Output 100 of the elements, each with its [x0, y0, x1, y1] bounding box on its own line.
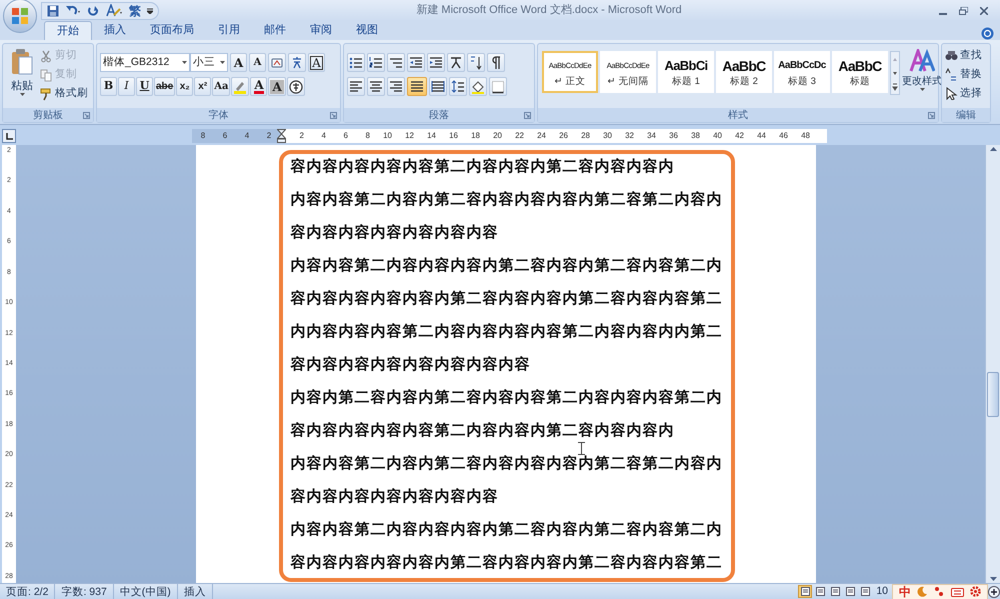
justify-icon: [410, 80, 424, 94]
help-icon[interactable]: [981, 27, 994, 40]
logo-icon: [11, 6, 29, 24]
indent-marker-icon: [277, 129, 286, 143]
ruler-number: 36: [668, 130, 678, 142]
undo-icon: [65, 4, 81, 16]
dialog-launcher-icon[interactable]: [524, 112, 531, 119]
tab-selector-button[interactable]: [2, 129, 16, 143]
vertical-scrollbar[interactable]: [985, 145, 1000, 583]
ribbon-tab[interactable]: 邮件: [252, 21, 298, 40]
dialog-launcher-icon[interactable]: [928, 112, 935, 119]
status-text: 字数: 937: [55, 584, 114, 599]
format-button[interactable]: x²: [194, 77, 212, 96]
gallery-scroll[interactable]: [890, 51, 900, 95]
format-button[interactable]: [286, 77, 305, 96]
view-button[interactable]: [798, 585, 812, 598]
ruler-number: 2: [266, 130, 272, 142]
paragraph-button[interactable]: [387, 77, 405, 96]
paragraph-button[interactable]: [429, 77, 447, 96]
format-button[interactable]: A: [249, 53, 266, 72]
text-style-button[interactable]: [105, 4, 123, 17]
ribbon-tab[interactable]: 页面布局: [138, 21, 206, 40]
ribbon-tab[interactable]: 引用: [206, 21, 252, 40]
paragraph-button[interactable]: [407, 53, 425, 72]
ribbon-tab[interactable]: 视图: [344, 21, 390, 40]
paragraph-button[interactable]: [367, 53, 385, 72]
ribbon-tab[interactable]: 插入: [92, 21, 138, 40]
numbered-list-icon: [369, 56, 383, 70]
format-button[interactable]: x₂: [176, 77, 194, 96]
style-item[interactable]: AaBbC 标题 2: [716, 51, 772, 93]
ruler-number: 2: [298, 130, 304, 142]
format-button[interactable]: A: [230, 53, 247, 72]
customize-caret-icon[interactable]: [147, 8, 153, 14]
paragraph-button[interactable]: [489, 77, 507, 96]
editing-button[interactable]: 替换: [945, 66, 982, 83]
format-button[interactable]: Aa: [212, 77, 230, 96]
brush-icon: [40, 88, 52, 100]
redo-button[interactable]: [87, 4, 99, 16]
ribbon-tab[interactable]: 开始: [44, 21, 92, 40]
view-button[interactable]: [858, 585, 872, 598]
format-button[interactable]: B: [100, 77, 117, 96]
ime-toolbar[interactable]: 中: [892, 584, 988, 599]
ribbon-tab[interactable]: 审阅: [298, 21, 344, 40]
font-name-field[interactable]: 楷体_GB2312: [100, 53, 190, 72]
status-text: 中文(中国): [114, 584, 178, 599]
view-button[interactable]: [828, 585, 842, 598]
undo-button[interactable]: [65, 4, 81, 16]
clipboard-button[interactable]: 格式刷: [40, 86, 88, 102]
save-button[interactable]: [47, 4, 59, 16]
text-line: 内内容内容内容第二内容内容内容内容第二内容内容内内第二: [290, 323, 722, 339]
format-button[interactable]: A: [250, 77, 268, 96]
gear-icon: [970, 586, 981, 597]
web-layout-icon: [830, 587, 840, 596]
scroll-thumb[interactable]: [987, 372, 999, 417]
scissors-icon: [40, 50, 52, 62]
style-item[interactable]: AaBbCi 标题 1: [658, 51, 714, 93]
ruler-number: 4: [244, 130, 250, 142]
traditional-chinese-button[interactable]: 繁: [129, 4, 141, 16]
paragraph-button[interactable]: [467, 53, 485, 72]
paint-bucket-icon: [471, 80, 485, 94]
editing-button[interactable]: 选择: [945, 85, 982, 102]
editing-button[interactable]: 查找: [945, 47, 982, 64]
align-center-icon: [369, 80, 383, 94]
status-text: 插入: [178, 584, 213, 599]
paragraph-button[interactable]: [447, 53, 465, 72]
paragraph-button[interactable]: [367, 77, 385, 96]
view-button[interactable]: [813, 585, 828, 598]
close-icon[interactable]: [980, 6, 988, 14]
text-line: 内容内容第二内容内第二容内容内容内容内第二容第二内容内: [290, 191, 722, 207]
paragraph-button[interactable]: [347, 77, 365, 96]
format-button[interactable]: abe: [154, 77, 176, 96]
paragraph-button[interactable]: [347, 53, 365, 72]
format-button[interactable]: A: [268, 77, 286, 96]
view-button[interactable]: [843, 585, 858, 598]
paragraph-button[interactable]: [427, 53, 445, 72]
ruler-number: 22: [514, 130, 524, 142]
ruler-number: 42: [734, 130, 744, 142]
pen-letter-icon: [105, 4, 123, 17]
office-button[interactable]: [3, 0, 37, 32]
ruler-number: 26: [558, 130, 568, 142]
paragraph-button[interactable]: [407, 77, 427, 96]
redo-icon: [87, 4, 99, 16]
paragraph-button[interactable]: [487, 53, 505, 72]
paragraph-button[interactable]: [387, 53, 405, 72]
clear-format-icon: [270, 56, 284, 70]
paragraph-button[interactable]: [469, 77, 487, 96]
restore-icon[interactable]: [959, 6, 968, 14]
ruler-number: 40: [712, 130, 722, 142]
format-button[interactable]: [288, 53, 306, 72]
paste-button[interactable]: 粘贴: [6, 47, 38, 108]
dialog-launcher-icon[interactable]: [330, 112, 337, 119]
dialog-launcher-icon[interactable]: [83, 112, 90, 119]
zoom-in-icon[interactable]: [988, 586, 1000, 598]
format-button[interactable]: A: [308, 53, 325, 72]
paragraph-button[interactable]: [449, 77, 467, 96]
style-item[interactable]: AaBbC 标题: [832, 51, 888, 93]
format-button[interactable]: U: [136, 77, 153, 96]
font-size-field[interactable]: 小三: [190, 53, 228, 72]
format-button[interactable]: I: [118, 77, 135, 96]
style-item[interactable]: AaBbCcDc 标题 3: [774, 51, 830, 93]
